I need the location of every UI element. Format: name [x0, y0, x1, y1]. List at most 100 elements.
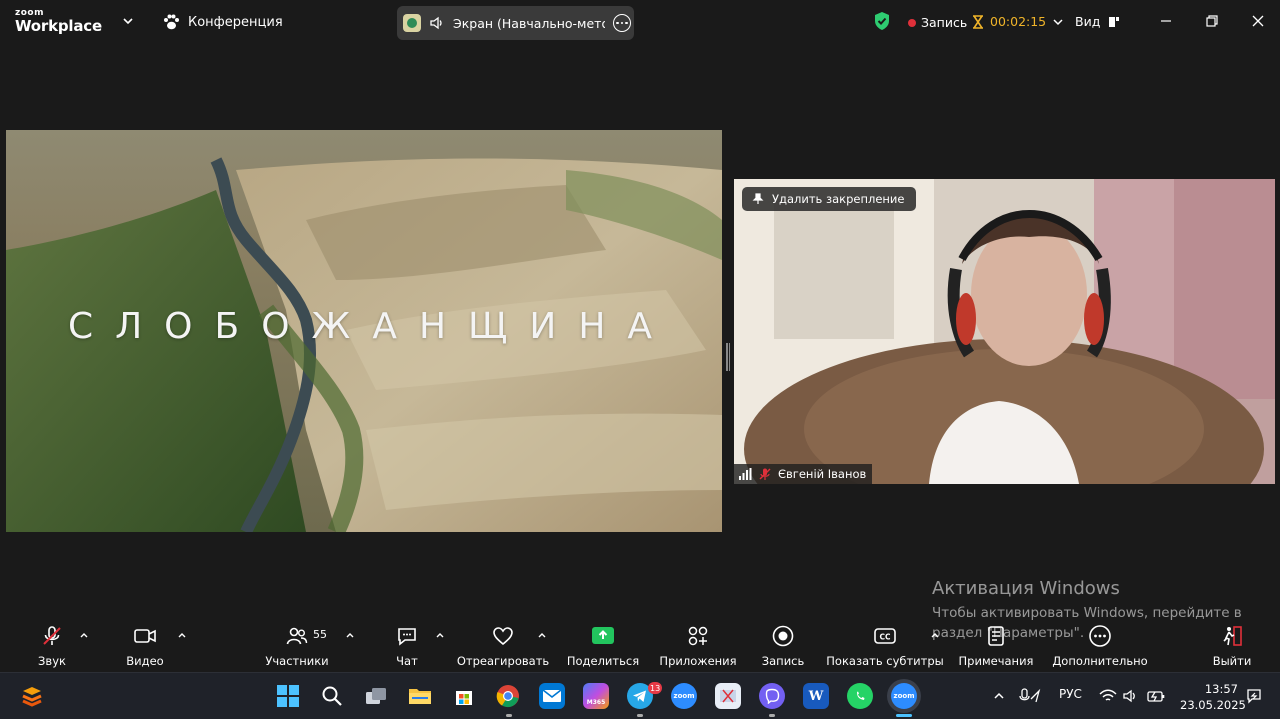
closed-captions-icon: CC [874, 628, 896, 644]
zoom-workplace-logo[interactable]: zoom Workplace [15, 9, 102, 34]
speaker-icon[interactable] [429, 15, 445, 31]
participants-label: Участники [265, 654, 329, 668]
meeting-timer[interactable]: 00:02:15 [972, 14, 1064, 29]
task-view-icon[interactable] [363, 683, 389, 709]
record-button[interactable]: Запись [762, 614, 804, 672]
share-label: Поделиться [566, 654, 640, 668]
participant-video-image [734, 179, 1275, 484]
chevron-down-icon[interactable] [1052, 16, 1064, 28]
battery-icon[interactable] [1147, 688, 1165, 704]
language-indicator[interactable]: РУС [1059, 687, 1082, 701]
more-options-icon[interactable] [613, 14, 631, 32]
more-label: Дополнительно [1052, 654, 1148, 668]
telegram-unread-badge: 13 [648, 682, 663, 694]
zoom-active-indicator [896, 714, 912, 717]
clock-time: 13:57 [1204, 682, 1238, 696]
shared-app-icon [403, 14, 421, 32]
participants-options-caret-icon[interactable] [345, 630, 355, 640]
outlook-icon[interactable] [539, 683, 565, 709]
leave-label: Выйти [1212, 654, 1252, 668]
timer-text: 00:02:15 [990, 14, 1047, 29]
participants-count: 55 [313, 628, 327, 641]
share-screen-icon [592, 627, 614, 644]
leave-door-icon [1223, 626, 1242, 646]
leave-button[interactable]: Выйти [1212, 614, 1252, 672]
video-label: Видео [126, 654, 164, 668]
react-options-caret-icon[interactable] [537, 630, 547, 640]
unpin-button[interactable]: Удалить закрепление [742, 187, 917, 211]
video-options-caret-icon[interactable] [177, 630, 187, 640]
snipping-tool-icon[interactable] [715, 683, 741, 709]
widgets-icon[interactable] [19, 683, 45, 709]
notifications-icon[interactable] [1246, 688, 1262, 704]
logo-bottom-text: Workplace [15, 17, 102, 35]
participant-video-tile[interactable]: Удалить закрепление Євгеній Іванов [734, 179, 1275, 484]
chat-icon [398, 628, 416, 646]
chrome-running-indicator [506, 714, 512, 717]
minimize-icon[interactable] [1157, 12, 1175, 30]
close-icon[interactable] [1249, 12, 1267, 30]
chat-options-caret-icon[interactable] [435, 630, 445, 640]
encryption-shield-icon[interactable] [873, 11, 891, 31]
recording-indicator[interactable]: Запись [908, 15, 967, 30]
heart-icon [493, 627, 513, 646]
more-icon [1089, 625, 1111, 647]
chrome-icon[interactable] [495, 683, 521, 709]
captions-label: Показать субтитры [826, 654, 944, 668]
react-label: Отреагировать [456, 654, 550, 668]
viber-icon[interactable] [759, 683, 785, 709]
audio-button[interactable]: Звук [34, 614, 70, 672]
windows-taskbar: M365 13 zoom W zoom РУС 13:57 23.05.2025 [0, 672, 1280, 719]
notes-button[interactable]: Примечания [958, 614, 1034, 672]
m365-icon[interactable]: M365 [583, 683, 609, 709]
captions-button[interactable]: CC Показать субтитры [826, 614, 944, 672]
show-hidden-icons-icon[interactable] [993, 690, 1005, 702]
notes-icon [988, 626, 1004, 646]
view-label: Вид [1075, 14, 1101, 29]
windows-start-icon[interactable] [275, 683, 301, 709]
microsoft-store-icon[interactable] [451, 683, 477, 709]
input-indicator-icon[interactable] [1019, 687, 1041, 705]
record-label: Запись [921, 15, 968, 30]
chevron-down-icon[interactable] [121, 14, 135, 28]
wifi-icon[interactable] [1099, 689, 1117, 703]
shared-screen-view[interactable]: СЛОБОЖАНЩИНА [6, 130, 722, 532]
overlay-title-text: СЛОБОЖАНЩИНА [67, 306, 675, 347]
video-button[interactable]: Видео [124, 614, 166, 672]
system-clock[interactable]: 13:57 23.05.2025 [1180, 681, 1246, 713]
split-resize-handle[interactable] [726, 343, 730, 371]
participants-icon [286, 627, 308, 645]
clock-date: 23.05.2025 [1180, 698, 1246, 712]
volume-icon[interactable] [1122, 688, 1138, 704]
record-icon [772, 625, 794, 647]
participants-button[interactable]: Участники [265, 614, 329, 672]
svg-text:CC: CC [879, 633, 891, 642]
apps-button[interactable]: Приложения [659, 614, 737, 672]
record-label-toolbar: Запись [761, 654, 805, 668]
paw-icon [164, 14, 179, 30]
hourglass-icon [973, 14, 983, 29]
restore-icon[interactable] [1203, 12, 1221, 30]
react-button[interactable]: Отреагировать [456, 614, 550, 672]
video-camera-icon [134, 629, 156, 643]
whatsapp-icon[interactable] [847, 683, 873, 709]
more-button[interactable]: Дополнительно [1052, 614, 1148, 672]
word-icon[interactable]: W [803, 683, 829, 709]
view-button[interactable]: Вид [1075, 14, 1120, 29]
conference-label: Конференция [188, 14, 283, 30]
audio-options-caret-icon[interactable] [79, 630, 89, 640]
screen-share-pill[interactable]: Экран (Навчально-методич [397, 6, 634, 40]
zoom-workplace-active-icon[interactable]: zoom [891, 683, 917, 709]
search-icon[interactable] [319, 683, 345, 709]
file-explorer-icon[interactable] [407, 683, 433, 709]
conference-info-button[interactable]: Конференция [162, 13, 283, 31]
activation-title: Активация Windows [932, 578, 1120, 599]
share-button[interactable]: Поделиться [566, 614, 640, 672]
apps-icon [688, 626, 708, 646]
share-title: Экран (Навчально-методич [453, 15, 605, 31]
zoom-app-icon[interactable]: zoom [671, 683, 697, 709]
captions-options-caret-icon[interactable] [930, 630, 940, 640]
chat-button[interactable]: Чат [392, 614, 422, 672]
chat-label: Чат [396, 654, 418, 668]
layout-icon [1109, 16, 1120, 27]
